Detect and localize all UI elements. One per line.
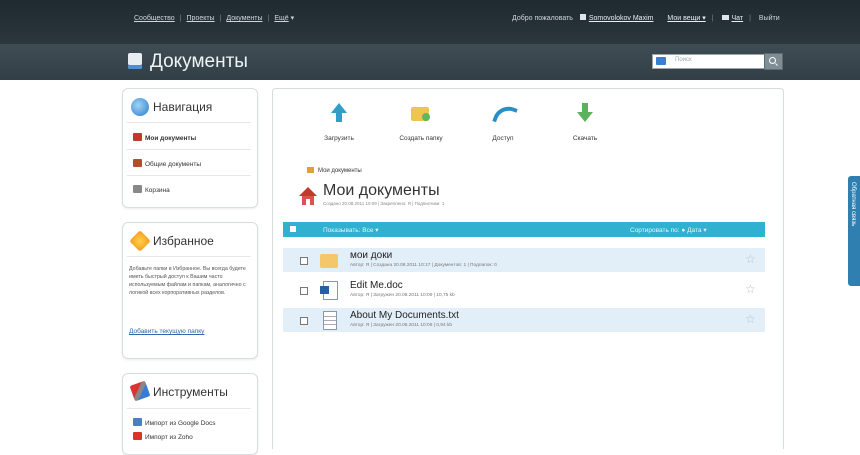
navigation-panel: Навигация Мои документы Общие документы … bbox=[122, 88, 258, 208]
chat-link[interactable]: Чат bbox=[732, 15, 744, 22]
import-zoho[interactable]: Импорт из Zoho bbox=[133, 432, 193, 441]
table-row[interactable]: Edit Me.doc Автор: Я | Загружен 20.08.20… bbox=[283, 278, 765, 302]
show-filter[interactable]: Показывать: Все ▾ bbox=[323, 226, 379, 234]
page-header: Документы Поиск bbox=[0, 44, 860, 80]
row-checkbox[interactable] bbox=[300, 287, 308, 295]
add-current-folder-link[interactable]: Добавить текущую папку bbox=[129, 328, 204, 335]
star-icon[interactable]: ☆ bbox=[745, 313, 756, 325]
tools-panel: Инструменты Импорт из Google Docs Импорт… bbox=[122, 373, 258, 455]
star-icon[interactable]: ☆ bbox=[745, 283, 756, 295]
link-projects[interactable]: Проекты bbox=[187, 15, 215, 22]
chat-icon bbox=[721, 15, 729, 20]
user-menu: Добро пожаловать Somovolokov Maxim Мои в… bbox=[512, 14, 780, 22]
documents-icon bbox=[128, 53, 142, 69]
page-title: Документы bbox=[150, 51, 248, 72]
user-link[interactable]: Somovolokov Maxim bbox=[589, 15, 654, 22]
sidebar-item-label: Корзина bbox=[145, 187, 170, 194]
folder-icon bbox=[307, 167, 314, 173]
row-checkbox[interactable] bbox=[300, 257, 308, 265]
upload-icon bbox=[329, 103, 349, 123]
import-google-docs[interactable]: Импорт из Google Docs bbox=[133, 418, 216, 427]
logout-link[interactable]: Выйти bbox=[759, 15, 780, 22]
top-links: Сообщество | Проекты | Документы | Ещё ▾ bbox=[134, 15, 295, 22]
sidebar-item-label: Мои документы bbox=[145, 135, 197, 142]
search-input[interactable]: Поиск bbox=[652, 54, 768, 69]
item-name[interactable]: мои доки bbox=[350, 250, 392, 261]
item-name[interactable]: About My Documents.txt bbox=[350, 310, 459, 321]
breadcrumb-label: Мои документы bbox=[318, 168, 362, 174]
item-meta: Автор: Я | Загружен 20.08.2011 10:09 | 1… bbox=[350, 293, 455, 298]
access-label: Доступ bbox=[492, 135, 514, 142]
google-docs-icon bbox=[133, 418, 142, 426]
favorites-title: Избранное bbox=[153, 234, 214, 248]
upload-label: Загрузить bbox=[324, 135, 354, 142]
search-scope-icon[interactable] bbox=[656, 57, 666, 65]
select-all-checkbox[interactable] bbox=[290, 226, 296, 232]
tools-title: Инструменты bbox=[153, 385, 228, 399]
link-documents[interactable]: Документы bbox=[226, 15, 262, 22]
feedback-tab[interactable]: Обратная связь bbox=[848, 176, 860, 286]
item-meta: Автор: Я | Создана 20.08.2011 10:17 | До… bbox=[350, 263, 497, 268]
table-row[interactable]: About My Documents.txt Автор: Я | Загруж… bbox=[283, 308, 765, 332]
zoho-icon bbox=[133, 432, 142, 440]
new-folder-icon bbox=[411, 103, 431, 123]
text-file-icon bbox=[320, 311, 338, 330]
create-folder-label: Создать папку bbox=[399, 135, 443, 142]
tools-icon bbox=[129, 380, 151, 402]
user-icon bbox=[579, 14, 586, 20]
feedback-tab-label: Обратная связь bbox=[850, 182, 856, 227]
share-icon bbox=[492, 102, 518, 128]
navigation-title: Навигация bbox=[153, 100, 213, 114]
documents-main-panel: Загрузить Создать папку Доступ Скачать М… bbox=[272, 88, 784, 449]
list-toolbar: Показывать: Все ▾ Сортировать по: ● Дата… bbox=[283, 222, 765, 237]
top-navigation-bar: Сообщество | Проекты | Документы | Ещё ▾ Добро… bbox=[0, 0, 860, 44]
link-more[interactable]: Ещё bbox=[274, 15, 288, 22]
star-icon bbox=[129, 230, 151, 252]
shared-folder-icon bbox=[133, 159, 142, 167]
compass-icon bbox=[131, 98, 149, 116]
row-checkbox[interactable] bbox=[300, 317, 308, 325]
welcome-text: Добро пожаловать bbox=[512, 15, 573, 22]
folder-title: Мои документы bbox=[323, 182, 440, 199]
upload-button[interactable]: Загрузить bbox=[299, 103, 379, 142]
trash-icon bbox=[133, 185, 142, 193]
folder-meta: Создано 20.08.2011 10:09 | Закреплено: Я… bbox=[323, 201, 445, 206]
create-folder-button[interactable]: Создать папку bbox=[381, 103, 461, 142]
sidebar-item-trash[interactable]: Корзина bbox=[133, 185, 170, 194]
item-meta: Автор: Я | Загружен 20.08.2011 10:09 | 0… bbox=[350, 323, 453, 328]
download-icon bbox=[575, 103, 595, 123]
home-icon bbox=[133, 133, 142, 141]
download-label: Скачать bbox=[572, 135, 598, 142]
word-doc-icon bbox=[320, 281, 338, 300]
sidebar-item-shared-documents[interactable]: Общие документы bbox=[133, 159, 201, 168]
folder-icon bbox=[320, 251, 338, 269]
tool-label: Импорт из Google Docs bbox=[145, 420, 216, 427]
table-row[interactable]: мои доки Автор: Я | Создана 20.08.2011 1… bbox=[283, 248, 765, 272]
chevron-down-icon[interactable]: ▾ bbox=[291, 15, 295, 22]
favorites-description: Добавьте папки в Избранное. Вы всегда бу… bbox=[129, 266, 246, 296]
my-items-menu[interactable]: Мои вещи ▾ bbox=[667, 15, 705, 22]
favorites-panel: Избранное Добавьте папки в Избранное. Вы… bbox=[122, 222, 258, 359]
sidebar-item-my-documents[interactable]: Мои документы bbox=[133, 133, 196, 142]
star-icon[interactable]: ☆ bbox=[745, 253, 756, 265]
item-name[interactable]: Edit Me.doc bbox=[350, 280, 403, 291]
sidebar-item-label: Общие документы bbox=[145, 161, 202, 168]
link-community[interactable]: Сообщество bbox=[134, 15, 175, 22]
breadcrumb[interactable]: Мои документы bbox=[307, 167, 362, 174]
home-icon bbox=[299, 187, 317, 205]
search-placeholder: Поиск bbox=[675, 57, 692, 63]
download-button[interactable]: Скачать bbox=[545, 103, 625, 142]
sort-control[interactable]: Сортировать по: ● Дата ▾ bbox=[630, 226, 707, 234]
access-button[interactable]: Доступ bbox=[463, 102, 543, 142]
search-button[interactable] bbox=[764, 53, 783, 70]
tool-label: Импорт из Zoho bbox=[145, 434, 193, 441]
